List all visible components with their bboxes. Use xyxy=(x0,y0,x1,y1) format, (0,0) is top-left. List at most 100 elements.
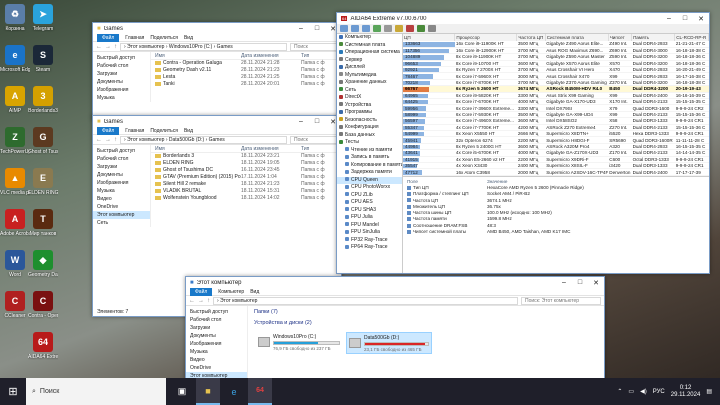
desktop-icon[interactable]: ◆ Geometry Dash xyxy=(28,250,58,278)
network-icon[interactable]: ▭ xyxy=(628,388,634,395)
ribbon-tab-file[interactable]: Файл xyxy=(97,126,120,135)
file-row[interactable]: Lesta 28.11.2024 21:25 Папка с ф xyxy=(151,74,341,81)
stop-icon[interactable] xyxy=(428,25,436,32)
nav-item[interactable]: Быстрый доступ xyxy=(93,54,150,62)
nav-item[interactable]: Видео xyxy=(186,356,247,364)
maximize-button[interactable]: □ xyxy=(572,277,588,288)
tree-item[interactable]: CPU Queen xyxy=(337,176,402,184)
tree-item[interactable]: FP32 Ray-Trace xyxy=(337,237,402,245)
column-name[interactable]: Имя xyxy=(151,145,241,152)
ribbon-tab-share[interactable]: Поделиться xyxy=(150,35,178,41)
tree-item[interactable]: Системная плата xyxy=(337,42,402,50)
file-row[interactable]: ELDEN RING 18.11.2024 19:05 Папка с ф xyxy=(151,160,341,167)
aida64-window[interactable]: 64 AIDA64 Extreme v7.00.6700 – □ ✕ Компьют… xyxy=(336,12,710,274)
tree-item[interactable]: Тесты xyxy=(337,139,402,147)
benchmark-column-header[interactable]: CL-RCD-RP-R xyxy=(674,34,709,41)
desktop-icon[interactable]: ♻ Корзина xyxy=(0,4,30,32)
title-bar[interactable]: ■ Games – □ ✕ xyxy=(93,23,341,34)
up-arrow-icon[interactable]: ↑ xyxy=(114,137,117,143)
benchmark-column-header[interactable]: Память xyxy=(631,34,676,41)
drive-tile[interactable]: Data500Gb (D:) 23,1 ГБ свободно из 465 ГБ xyxy=(346,332,432,354)
benchmark-column-header[interactable]: Частота ЦП xyxy=(516,34,546,41)
benchmark-column-header[interactable]: Системная плата xyxy=(545,34,609,41)
forward-arrow-icon[interactable]: → xyxy=(105,137,111,143)
nav-item[interactable]: Быстрый доступ xyxy=(93,147,150,155)
drive-tile[interactable]: Windows10Pro (C:) 76,9 ГБ свободно из 237… xyxy=(256,332,342,354)
forward-arrow-icon[interactable]: → xyxy=(198,298,204,304)
desktop-icon[interactable]: 3 Borderlands3 xyxy=(28,86,58,114)
desktop-icon[interactable]: C Contra - Operation Galuga xyxy=(28,291,58,319)
up-icon[interactable] xyxy=(362,25,370,32)
forward-icon[interactable] xyxy=(351,25,359,32)
nav-item[interactable]: Документы xyxy=(186,332,247,340)
benchmark-row[interactable]: 47712 16x Atom C3958 2000 МГц Supermicro A2… xyxy=(403,168,709,176)
benchmark-column-header[interactable]: Чипсет xyxy=(608,34,633,41)
tree-item[interactable]: FPU Julia xyxy=(337,214,402,222)
tree-item[interactable]: Конфигурация xyxy=(337,124,402,132)
nav-item[interactable]: Быстрый доступ xyxy=(186,308,247,316)
column-name[interactable]: Имя xyxy=(151,52,241,59)
ribbon-tab-home[interactable]: Главная xyxy=(125,128,144,134)
tree-item[interactable]: FPU Mandel xyxy=(337,222,402,230)
this-pc-window[interactable]: ■ Этот компьютер – □ ✕ Файл Компьютер Вид … xyxy=(185,276,605,379)
minimize-button[interactable]: – xyxy=(293,116,309,127)
clock[interactable]: 0:12 29.11.2024 xyxy=(671,385,701,399)
benchmark-column-header[interactable]: ЦП xyxy=(403,34,456,41)
taskbar-search[interactable]: ⌕ Поиск xyxy=(26,378,166,405)
ribbon-tab-file[interactable]: Файл xyxy=(190,287,213,296)
address-bar[interactable]: › Этот компьютер › Data500Gb (D:) › Game… xyxy=(120,135,287,144)
search-input[interactable]: Поиск xyxy=(290,42,338,51)
file-row[interactable]: Tanki 28.11.2024 20:01 Папка с ф xyxy=(151,81,341,88)
desktop-icon[interactable]: ▲ VLC media player xyxy=(0,168,30,196)
nav-item[interactable]: OneDrive xyxy=(93,203,150,211)
explorer-window-c-games[interactable]: ■ Games – □ ✕ Файл Главная Поделиться Вид … xyxy=(92,22,342,120)
file-row[interactable]: Borderlands 3 18.11.2024 23:21 Папка с ф xyxy=(151,153,341,160)
minimize-button[interactable]: – xyxy=(661,13,677,24)
file-row[interactable]: Ghost of Tsushima DC 16.11.2024 23:45 Папк… xyxy=(151,167,341,174)
nav-item[interactable]: Изображения xyxy=(93,179,150,187)
ribbon-tab-file[interactable]: Файл xyxy=(97,33,120,42)
tree-item[interactable]: Запись в память xyxy=(337,154,402,162)
tree-item[interactable]: FP64 Ray-Trace xyxy=(337,244,402,252)
up-arrow-icon[interactable]: ↑ xyxy=(207,298,210,304)
update-icon[interactable] xyxy=(395,25,403,32)
nav-item[interactable]: Документы xyxy=(93,78,150,86)
maximize-button[interactable]: □ xyxy=(677,13,693,24)
file-explorer-taskbar-icon[interactable]: ■ xyxy=(196,378,220,405)
ribbon-tab-share[interactable]: Поделиться xyxy=(150,128,178,134)
title-bar[interactable]: ■ Этот компьютер – □ ✕ xyxy=(186,277,604,288)
tree-item[interactable]: Дисплей xyxy=(337,64,402,72)
benchmark-icon[interactable] xyxy=(406,25,414,32)
nav-item[interactable]: Видео xyxy=(93,195,150,203)
column-type[interactable]: Тип xyxy=(301,52,341,59)
forward-arrow-icon[interactable]: → xyxy=(105,44,111,50)
desktop-icon[interactable]: 64 AIDA64 Extreme xyxy=(28,332,58,360)
back-icon[interactable] xyxy=(340,25,348,32)
address-bar[interactable]: › Этот компьютер xyxy=(213,296,518,305)
tree-item[interactable]: Чтение из памяти xyxy=(337,147,402,155)
tree-item[interactable]: CPU AES xyxy=(337,199,402,207)
nav-item[interactable]: Рабочий стол xyxy=(186,316,247,324)
nav-item[interactable]: Музыка xyxy=(93,187,150,195)
back-arrow-icon[interactable]: ← xyxy=(189,298,195,304)
desktop-icon[interactable]: S Steam xyxy=(28,45,58,73)
file-row[interactable]: Contra - Operation Galuga 28.11.2024 21:2… xyxy=(151,60,341,67)
desktop-icon[interactable]: C CCleaner xyxy=(0,291,30,319)
desktop-icon[interactable]: W Word xyxy=(0,250,30,278)
address-bar[interactable]: › Этот компьютер › Windows10Pro (C:) › G… xyxy=(120,42,287,51)
nav-item[interactable]: OneDrive xyxy=(186,364,247,372)
file-row[interactable]: Geometry Dash v2.11 28.11.2024 21:23 Папка… xyxy=(151,67,341,74)
edge-taskbar-icon[interactable]: e xyxy=(222,378,246,405)
notifications-icon[interactable]: ▤ xyxy=(706,388,712,395)
report-icon[interactable] xyxy=(384,25,392,32)
file-row[interactable]: Silent Hill 2 remake 18.11.2024 21:23 Папк… xyxy=(151,181,341,188)
file-row[interactable]: GTAV (Premium Edition) (2015) Portable..… xyxy=(151,174,341,181)
minimize-button[interactable]: – xyxy=(293,23,309,34)
nav-item[interactable]: Изображения xyxy=(93,86,150,94)
back-arrow-icon[interactable]: ← xyxy=(96,44,102,50)
tree-item[interactable]: Задержка памяти xyxy=(337,169,402,177)
drives-section-header[interactable]: Устройства и диски (2) xyxy=(248,317,604,328)
folders-section-header[interactable]: Папки (7) xyxy=(248,306,604,317)
tree-item[interactable]: CPU ZLib xyxy=(337,192,402,200)
tree-item[interactable]: Мультимедиа xyxy=(337,72,402,80)
